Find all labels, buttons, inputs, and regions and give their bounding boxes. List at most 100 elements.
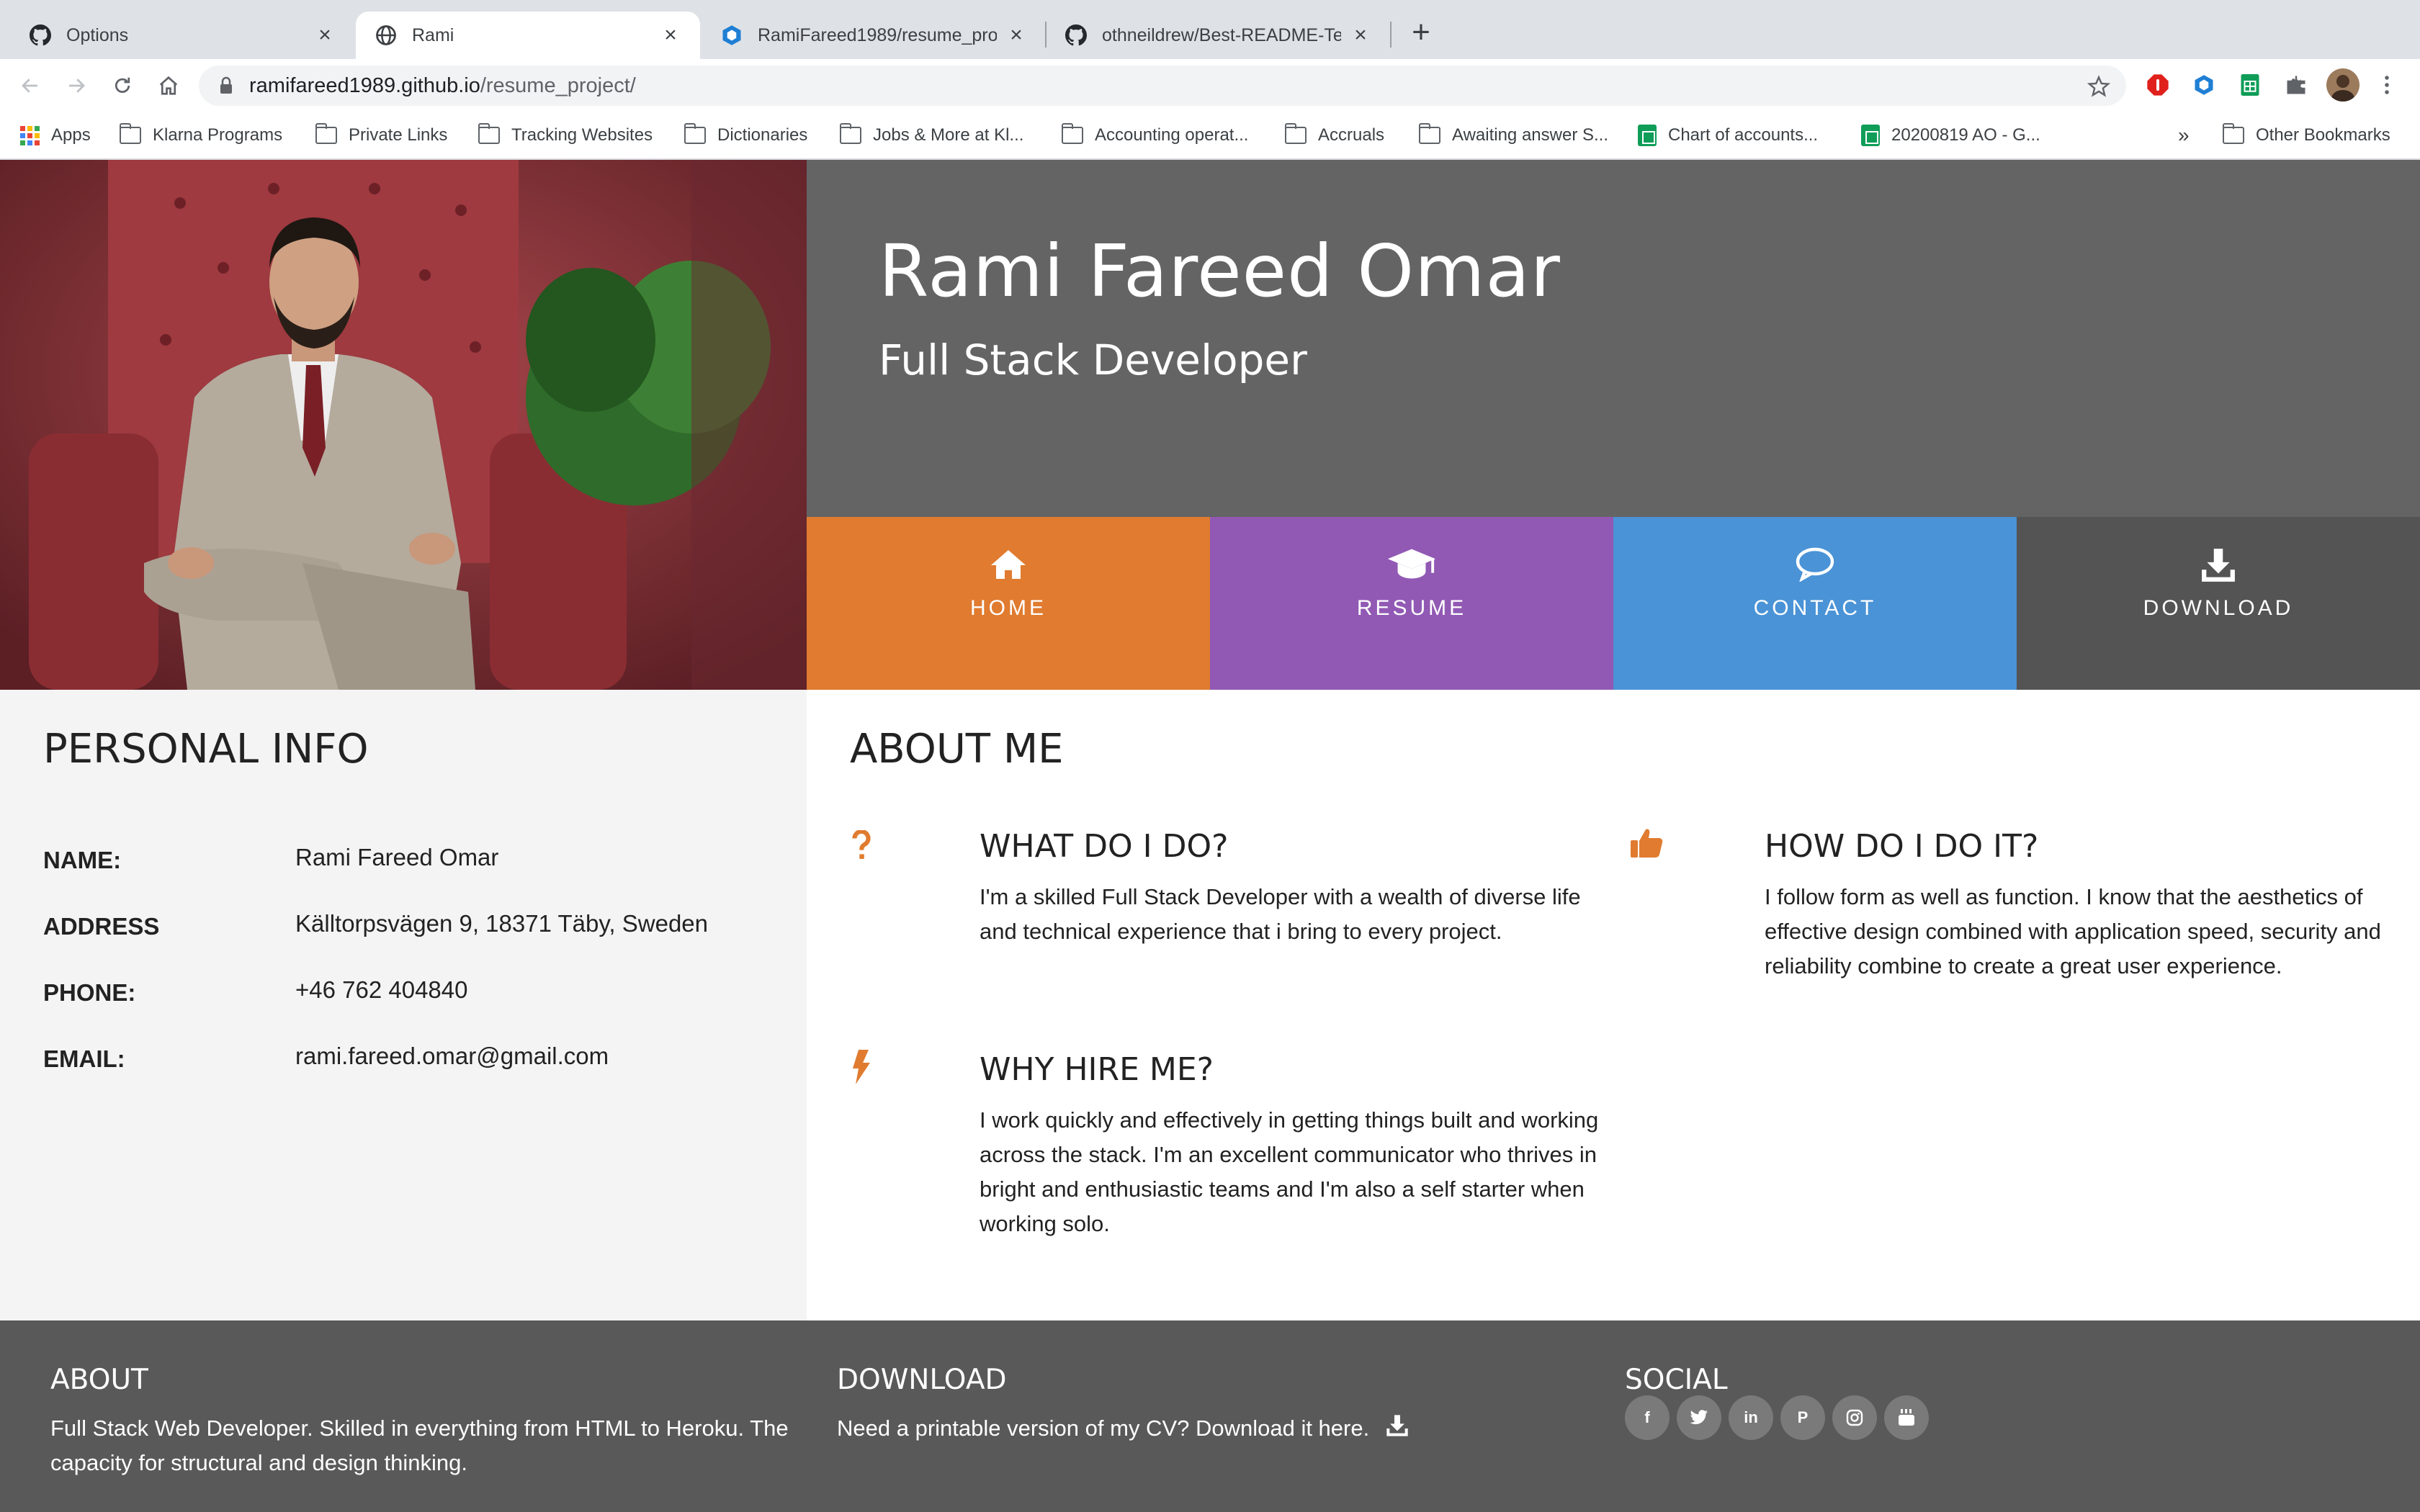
folder-icon <box>478 123 500 144</box>
tab-resume-project[interactable]: RamiFareed1989/resume_proje × <box>702 12 1046 59</box>
about-me-heading: ABOUT ME <box>850 726 1064 773</box>
nav-label: HOME <box>970 596 1047 620</box>
pinterest-icon[interactable]: P <box>1780 1395 1825 1440</box>
bookmark-folder[interactable]: Tracking Websites <box>478 112 653 158</box>
folder-icon <box>315 123 337 144</box>
bookmarks-overflow-button[interactable]: » <box>2178 112 2190 158</box>
bookmark-folder[interactable]: Accruals <box>1284 112 1384 158</box>
tab-rami[interactable]: Rami × <box>356 12 700 59</box>
feature-text: I work quickly and effectively in gettin… <box>980 1107 1599 1236</box>
bookmark-sheet[interactable]: Chart of accounts... <box>1638 112 1818 158</box>
apps-grid-icon <box>20 125 40 145</box>
nav-contact[interactable]: CONTACT <box>1613 517 2017 690</box>
folder-icon <box>2222 123 2244 144</box>
footer-download-heading: DOWNLOAD <box>837 1364 1007 1396</box>
thumbs-up-icon <box>1629 825 1664 860</box>
folder-icon <box>119 123 141 144</box>
resume-page: Rami Fareed Omar Full Stack Developer HO… <box>0 160 2420 1512</box>
linkedin-icon[interactable]: in <box>1729 1395 1773 1440</box>
footer-download-text[interactable]: Need a printable version of my CV? Downl… <box>837 1416 1369 1441</box>
close-icon[interactable]: × <box>314 24 336 46</box>
bookmark-label: Apps <box>51 125 91 145</box>
download-icon[interactable] <box>1386 1413 1409 1447</box>
bookmark-sheet[interactable]: 20200819 AO - G... <box>1861 112 2040 158</box>
other-bookmarks[interactable]: Other Bookmarks <box>2222 112 2390 158</box>
facebook-icon[interactable]: f <box>1625 1395 1670 1440</box>
info-value[interactable]: rami.fareed.omar@gmail.com <box>295 1043 609 1070</box>
info-value: Rami Fareed Omar <box>295 844 499 870</box>
close-icon[interactable]: × <box>1005 24 1027 46</box>
reload-icon[interactable] <box>108 71 137 100</box>
info-key: ADDRESS <box>43 913 160 940</box>
question-mark-icon <box>844 828 879 863</box>
profile-photo <box>0 160 807 690</box>
info-key: PHONE: <box>43 979 136 1006</box>
bookmark-label: Private Links <box>349 125 448 145</box>
bookmark-label: Dictionaries <box>717 125 808 145</box>
bookmark-apps[interactable]: Apps <box>20 112 91 158</box>
bookmark-label: Jobs & More at Kl... <box>873 125 1024 145</box>
url-host: ramifareed1989.github.io <box>249 73 480 97</box>
back-icon[interactable] <box>16 71 45 100</box>
bookmark-folder[interactable]: Awaiting answer S... <box>1418 112 1608 158</box>
url-path: /resume_project/ <box>480 73 636 97</box>
info-key: EMAIL: <box>43 1045 125 1072</box>
bookmark-label: Tracking Websites <box>511 125 653 145</box>
feature-title: WHY HIRE ME? <box>980 1051 1214 1088</box>
bookmark-folder[interactable]: Klarna Programs <box>119 112 282 158</box>
nav-home[interactable]: HOME <box>807 517 1210 690</box>
info-value: Källtorpsvägen 9, 18371 Täby, Sweden <box>295 910 709 937</box>
info-value: +46 762 404840 <box>295 976 468 1003</box>
bookmark-label: Accounting operat... <box>1095 125 1249 145</box>
close-icon[interactable]: × <box>1350 24 1371 46</box>
feature-text: I follow form as well as function. I kno… <box>1765 884 2381 978</box>
bookmark-folder[interactable]: Private Links <box>315 112 447 158</box>
folder-icon <box>839 123 861 144</box>
browser-toolbar: ramifareed1989.github.io/resume_project/ <box>0 59 2420 112</box>
hero-name: Rami Fareed Omar <box>879 229 1561 313</box>
lock-icon <box>219 76 233 95</box>
star-icon[interactable] <box>2084 72 2113 101</box>
forward-icon[interactable] <box>62 71 91 100</box>
profile-avatar-icon[interactable] <box>2326 68 2360 102</box>
close-icon[interactable]: × <box>660 24 681 46</box>
tab-title: RamiFareed1989/resume_proje <box>758 24 997 45</box>
hexagon-extension-icon[interactable] <box>2191 72 2217 98</box>
bookmark-folder[interactable]: Jobs & More at Kl... <box>839 112 1024 158</box>
tab-best-readme[interactable]: othneildrew/Best-README-Ter × <box>1046 12 1390 59</box>
bookmark-folder[interactable]: Dictionaries <box>684 112 807 158</box>
footer-social-heading: SOCIAL <box>1625 1364 1728 1396</box>
bookmark-label: Awaiting answer S... <box>1452 125 1608 145</box>
sheets-extension-icon[interactable] <box>2237 72 2263 98</box>
footer-download-link[interactable]: Need a printable version of my CV? Downl… <box>837 1411 1409 1447</box>
kebab-menu-icon[interactable] <box>2374 72 2400 98</box>
nav-download[interactable]: DOWNLOAD <box>2017 517 2420 690</box>
personal-info-section: PERSONAL INFO NAME: Rami Fareed Omar ADD… <box>0 690 807 1320</box>
sheets-icon <box>1861 125 1880 146</box>
home-browser-icon[interactable] <box>154 71 183 100</box>
folder-icon <box>1061 123 1083 144</box>
lightning-bolt-icon <box>844 1050 879 1084</box>
adblock-extension-icon[interactable] <box>2145 72 2171 98</box>
puzzle-extensions-icon[interactable] <box>2283 72 2309 98</box>
bookmark-folder[interactable]: Accounting operat... <box>1061 112 1249 158</box>
hero-header: Rami Fareed Omar Full Stack Developer <box>807 160 2420 517</box>
address-bar[interactable]: ramifareed1989.github.io/resume_project/ <box>199 66 2126 106</box>
tab-title: Options <box>66 24 129 45</box>
nav-resume[interactable]: RESUME <box>1210 517 1613 690</box>
twitter-icon[interactable] <box>1677 1395 1721 1440</box>
youtube-icon[interactable] <box>1884 1395 1929 1440</box>
about-me-section: ABOUT ME WHAT DO I DO? I'm a skilled Ful… <box>807 690 2420 1320</box>
tab-separator <box>1390 22 1392 48</box>
feature-text: I'm a skilled Full Stack Developer with … <box>980 884 1581 944</box>
tab-options[interactable]: Options × <box>10 12 354 59</box>
footer-about-heading: ABOUT <box>50 1364 148 1396</box>
nav-label: CONTACT <box>1753 596 1877 620</box>
bookmark-label: 20200819 AO - G... <box>1891 125 2040 145</box>
instagram-icon[interactable] <box>1832 1395 1877 1440</box>
folder-icon <box>1418 123 1440 144</box>
download-icon <box>2017 547 2420 588</box>
new-tab-button[interactable]: + <box>1404 17 1438 50</box>
site-footer: ABOUT Full Stack Web Developer. Skilled … <box>0 1320 2420 1512</box>
bookmarks-bar: Apps Klarna Programs Private Links Track… <box>0 112 2420 160</box>
